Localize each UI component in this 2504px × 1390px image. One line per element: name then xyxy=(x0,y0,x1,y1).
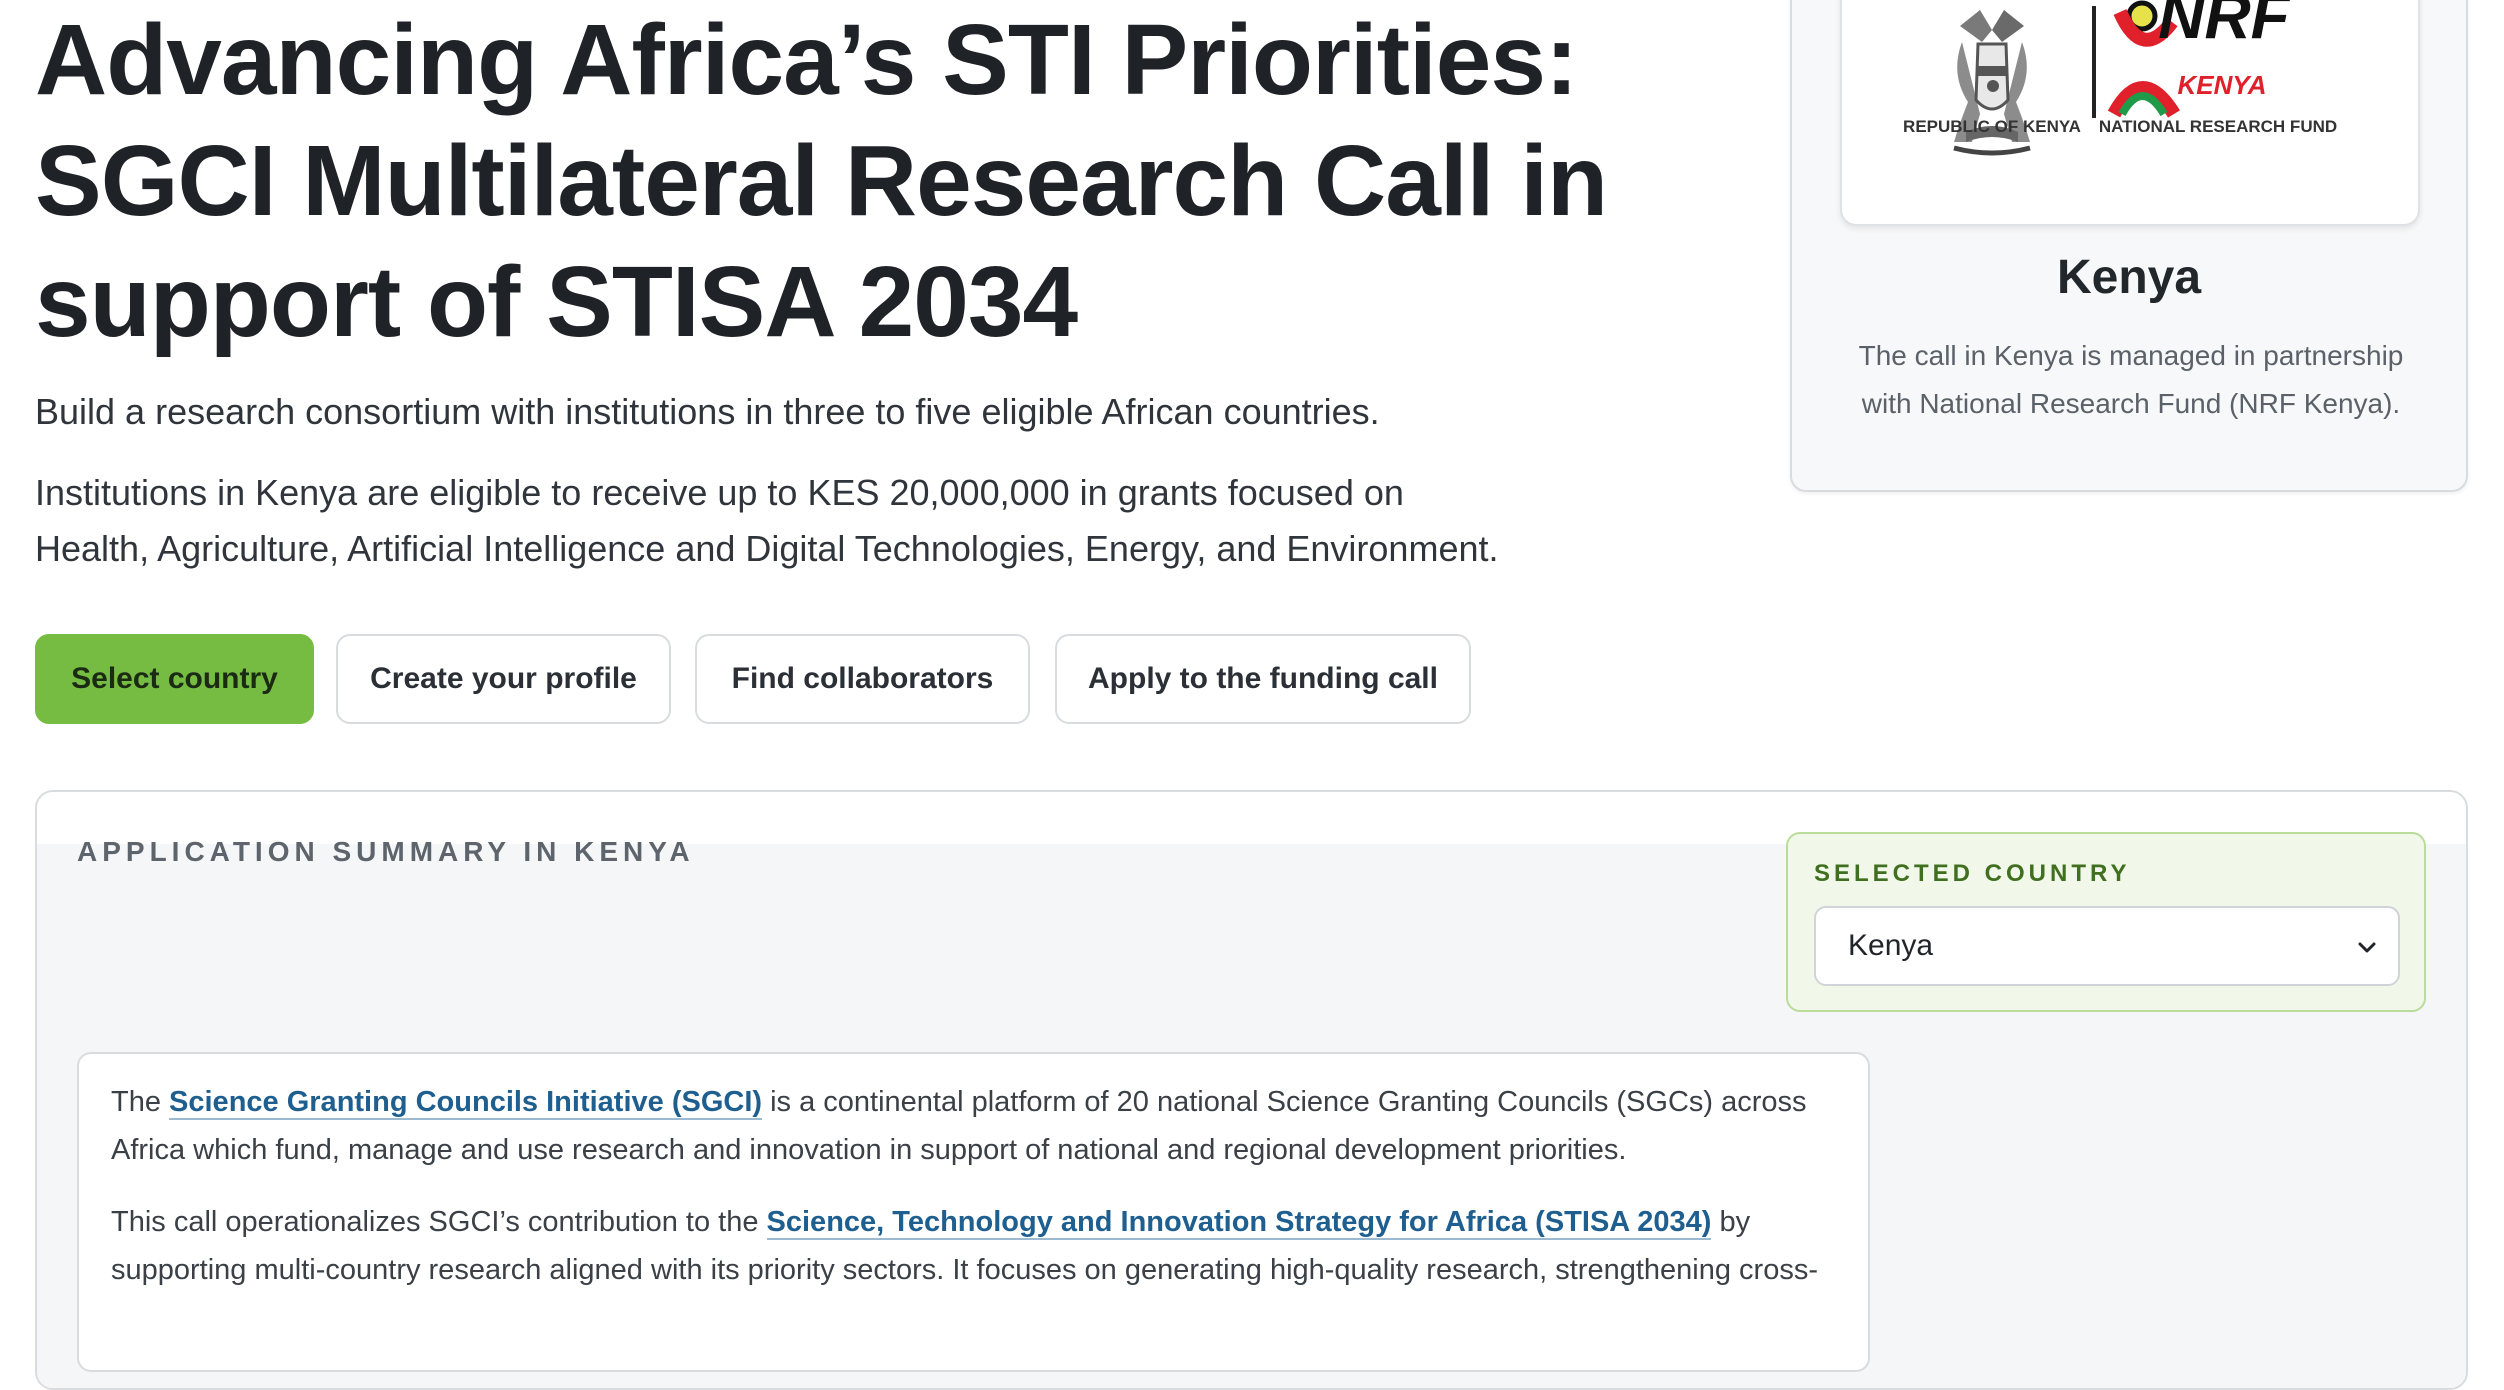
p2-text-before: This call operationalizes SGCI’s contrib… xyxy=(111,1206,767,1238)
selected-country-label: Selected country xyxy=(1814,860,2131,887)
sgci-info-card: The Science Granting Councils Initiative… xyxy=(77,1052,1870,1372)
eligibility-text: Institutions in Kenya are eligible to re… xyxy=(35,465,1735,577)
partner-country-name: Kenya xyxy=(2056,251,2202,304)
summary-heading: Application summary in Kenya xyxy=(77,836,695,867)
select-country-button[interactable]: Select country xyxy=(35,634,314,724)
partner-logo-graphic: REPUBLIC OF KENYA NRF KENYA NATIONAL RES… xyxy=(1903,0,2337,156)
stisa-paragraph: This call operationalizes SGCI’s contrib… xyxy=(111,1198,1841,1294)
title-line-3: support of STISA 2034 xyxy=(35,246,1078,358)
partner-card: REPUBLIC OF KENYA NRF KENYA NATIONAL RES… xyxy=(1790,0,2468,492)
page-title: Advancing Africa’s STI Priorities: SGCI … xyxy=(35,0,1735,363)
logo-right-caption: NATIONAL RESEARCH FUND xyxy=(2099,117,2337,136)
title-line-2: SGCI Multilateral Research Call in xyxy=(35,125,1608,237)
partner-description: The call in Kenya is managed in partners… xyxy=(1858,340,2404,419)
eligibility-line-1: Institutions in Kenya are eligible to re… xyxy=(35,472,1404,513)
eligibility-line-2: Health, Agriculture, Artificial Intellig… xyxy=(35,528,1499,569)
apply-funding-call-button[interactable]: Apply to the funding call xyxy=(1055,634,1471,724)
partner-logos: REPUBLIC OF KENYA NRF KENYA NATIONAL RES… xyxy=(1840,0,2420,226)
create-profile-button[interactable]: Create your profile xyxy=(336,634,671,724)
country-select-value: Kenya xyxy=(1848,929,1934,962)
sgci-link[interactable]: Science Granting Councils Initiative (SG… xyxy=(169,1086,763,1120)
chevron-down-icon xyxy=(2358,942,2376,953)
logo-left-caption: REPUBLIC OF KENYA xyxy=(1903,117,2081,136)
nrf-country-wordmark: KENYA xyxy=(2177,70,2266,100)
hero-lede: Build a research consortium with institu… xyxy=(35,391,1380,432)
selected-country-panel: Selected country Kenya xyxy=(1786,832,2426,1012)
find-collaborators-button[interactable]: Find collaborators xyxy=(695,634,1030,724)
p1-text-before: The xyxy=(111,1086,170,1118)
stisa-link[interactable]: Science, Technology and Innovation Strat… xyxy=(766,1206,1712,1240)
sgci-intro-paragraph: The Science Granting Councils Initiative… xyxy=(111,1078,1841,1174)
country-select[interactable]: Kenya xyxy=(1814,906,2400,986)
title-line-1: Advancing Africa’s STI Priorities: xyxy=(35,4,1578,116)
nrf-wordmark: NRF xyxy=(2158,0,2291,52)
